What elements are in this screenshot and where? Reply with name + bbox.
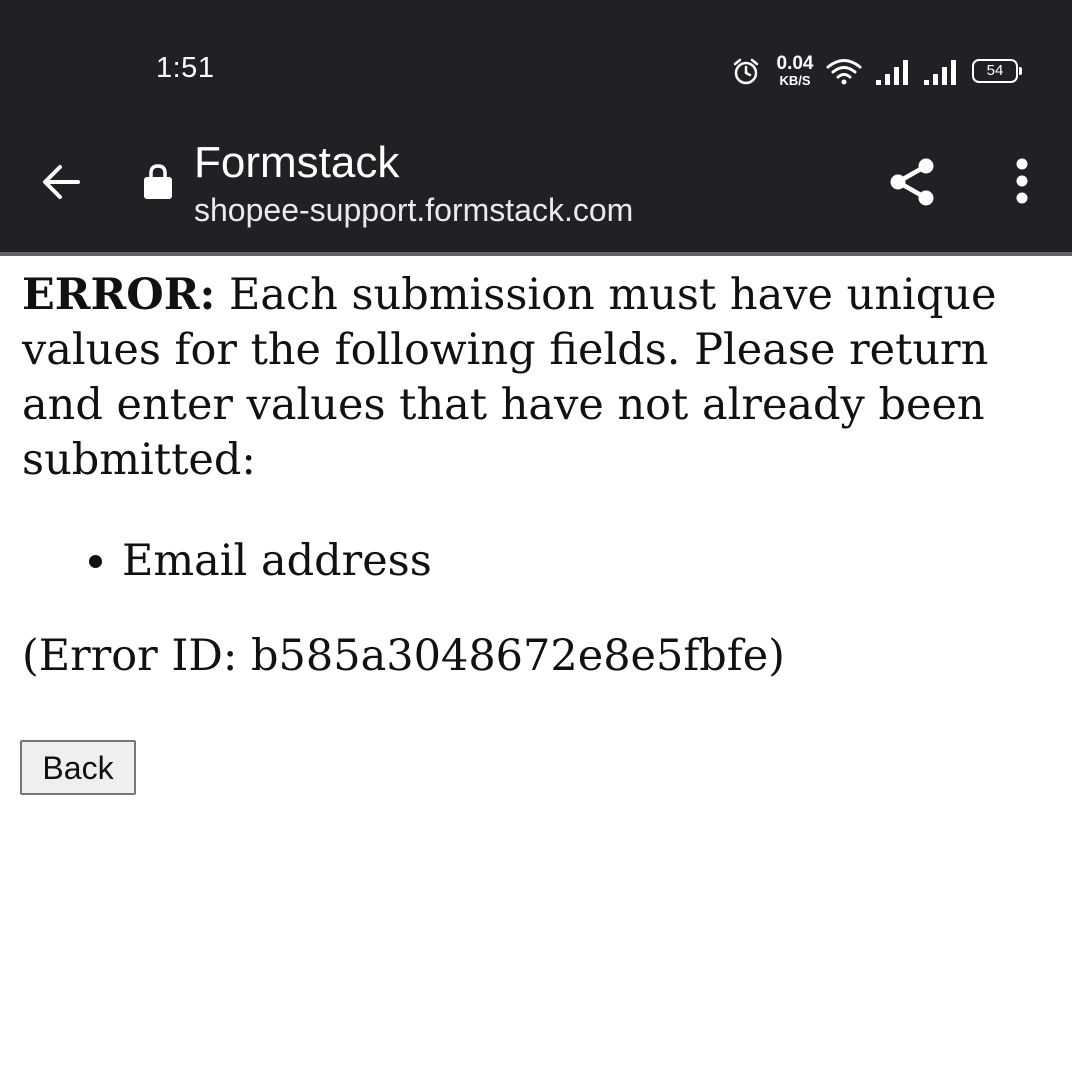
alarm-icon xyxy=(733,58,759,85)
more-vert-icon[interactable] xyxy=(1006,158,1038,206)
signal-icon xyxy=(876,60,908,85)
lock-icon[interactable] xyxy=(142,162,174,202)
status-bar: 1:51 0.04 KB/S 54 xyxy=(0,0,1072,130)
list-item: Email address xyxy=(122,534,1052,589)
toolbar-divider xyxy=(0,252,1072,256)
signal-icon xyxy=(924,60,956,85)
page-content: ERROR: Each submission must have unique … xyxy=(22,268,1052,684)
share-icon[interactable] xyxy=(884,154,940,210)
error-field-list: Email address xyxy=(22,534,1052,589)
page-url[interactable]: shopee-support.formstack.com xyxy=(194,192,633,229)
browser-toolbar: Formstack shopee-support.formstack.com xyxy=(0,130,1072,254)
error-id: (Error ID: b585a3048672e8e5fbfe) xyxy=(22,631,785,681)
wifi-icon xyxy=(826,59,862,85)
network-speed-unit: KB/S xyxy=(779,73,811,88)
back-button[interactable]: Back xyxy=(20,740,136,795)
error-label: ERROR: xyxy=(22,270,216,320)
battery-indicator: 54 xyxy=(972,59,1022,83)
status-time: 1:51 xyxy=(156,52,215,84)
network-speed: 0.04 KB/S xyxy=(772,54,818,87)
error-message: ERROR: Each submission must have unique … xyxy=(22,268,1052,488)
network-speed-value: 0.04 xyxy=(776,53,814,74)
page-title[interactable]: Formstack xyxy=(194,138,399,188)
arrow-left-icon[interactable] xyxy=(38,158,86,206)
